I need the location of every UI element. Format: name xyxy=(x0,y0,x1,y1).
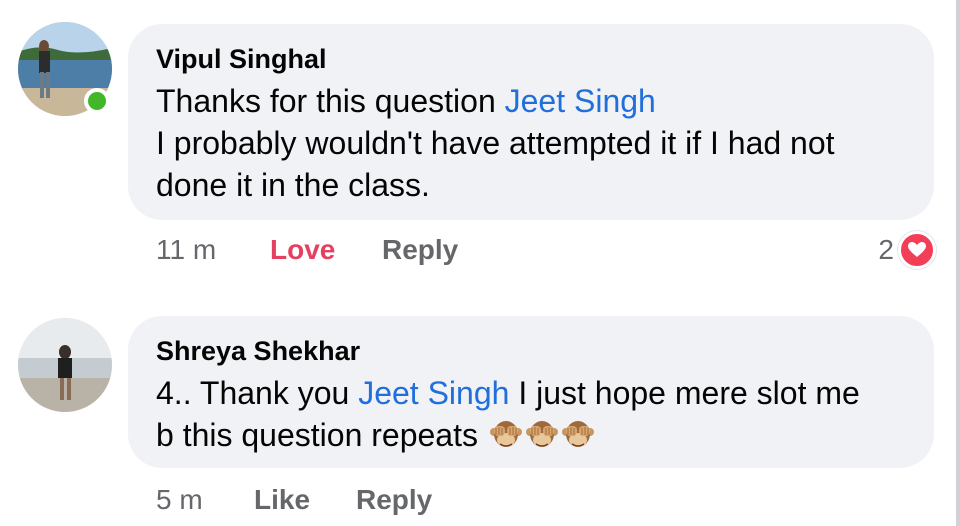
comment-author[interactable]: Vipul Singhal xyxy=(156,42,906,76)
see-no-evil-monkey-icon xyxy=(489,421,522,447)
comment-actions: 11 m Love Reply xyxy=(156,230,936,270)
see-no-evil-monkey-icon xyxy=(525,421,558,447)
avatar-photo-beach xyxy=(18,318,112,412)
reaction-count: 2 xyxy=(878,234,894,265)
comment-timestamp[interactable]: 5 m xyxy=(156,480,203,520)
comment-actions: 5 m Like Reply xyxy=(156,480,556,520)
reply-button[interactable]: Reply xyxy=(382,230,458,270)
like-button[interactable]: Like xyxy=(254,480,310,520)
mention-link[interactable]: Jeet Singh xyxy=(358,375,509,411)
reply-button[interactable]: Reply xyxy=(356,480,432,520)
online-status-dot xyxy=(84,88,110,114)
love-reaction-button[interactable]: Love xyxy=(270,230,335,270)
comment-timestamp[interactable]: 11 m xyxy=(156,230,216,270)
avatar[interactable] xyxy=(18,318,112,412)
comment-author[interactable]: Shreya Shekhar xyxy=(156,334,906,368)
mention-link[interactable]: Jeet Singh xyxy=(505,83,656,119)
comment-bubble: Vipul Singhal Thanks for this question J… xyxy=(128,24,934,220)
comment-text: Thanks for this question Jeet Singh I pro… xyxy=(156,83,835,203)
see-no-evil-monkey-icon xyxy=(561,421,594,447)
heart-icon xyxy=(898,231,936,269)
comment-bubble: Shreya Shekhar 4.. Thank you Jeet Singh … xyxy=(128,316,934,468)
reaction-summary[interactable]: 2 xyxy=(878,230,936,270)
scrollbar-edge xyxy=(956,0,960,526)
comment-text: 4.. Thank you Jeet Singh I just hope mer… xyxy=(156,375,860,453)
emoji-group xyxy=(487,417,595,453)
